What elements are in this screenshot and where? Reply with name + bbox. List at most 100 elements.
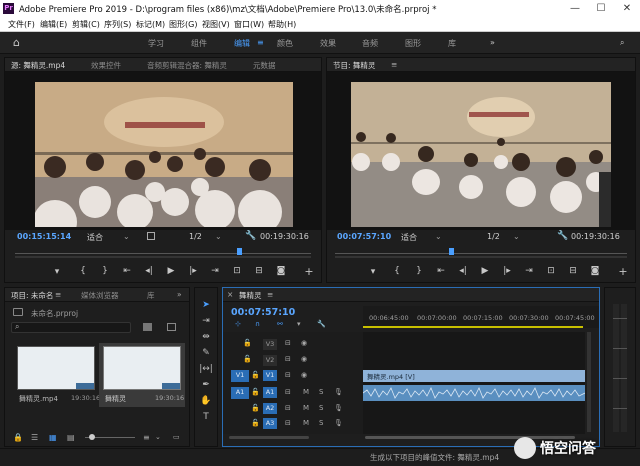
close-icon[interactable]: × <box>227 290 233 299</box>
workspace-color[interactable]: 颜色 <box>277 38 293 49</box>
track-label-a2[interactable]: A2 <box>263 403 277 414</box>
source-video-area[interactable] <box>5 72 321 230</box>
track-label-v3[interactable]: V3 <box>263 339 277 350</box>
video-clip[interactable]: 舞精灵.mp4 [V] <box>363 370 585 382</box>
tab-program[interactable]: 节目: 舞精灵 <box>333 60 375 71</box>
track-label-v1[interactable]: V1 <box>263 370 277 381</box>
menu-window[interactable]: 窗口(W) <box>234 19 264 30</box>
workspace-graphics[interactable]: 图形 <box>405 38 421 49</box>
lift-icon[interactable]: ⊡ <box>545 266 557 276</box>
solo-toggle[interactable]: S <box>319 404 323 412</box>
workspace-libraries[interactable]: 库 <box>448 38 456 49</box>
play-icon[interactable]: ▶ <box>479 266 491 276</box>
freeform-view-icon[interactable]: ▤ <box>67 433 75 442</box>
workspace-learn[interactable]: 学习 <box>148 38 164 49</box>
hand-tool-icon[interactable]: ✋ <box>199 394 213 408</box>
mute-toggle[interactable]: M <box>303 388 309 396</box>
tab-effect-controls[interactable]: 效果控件 <box>91 60 121 71</box>
camera-icon[interactable]: ◙ <box>589 266 601 276</box>
source-zoom-bar[interactable] <box>15 256 311 258</box>
menu-file[interactable]: 文件(F) <box>8 19 35 30</box>
workspace-editing[interactable]: 编辑 <box>234 38 250 49</box>
sync-lock-icon[interactable]: ⊟ <box>285 404 291 412</box>
chevron-down-icon[interactable]: ⌄ <box>513 232 520 241</box>
bin-icon[interactable]: ▭ <box>173 433 180 441</box>
menu-sequence[interactable]: 序列(S) <box>104 19 131 30</box>
razor-tool-icon[interactable]: ✎ <box>199 346 213 360</box>
work-area-bar[interactable] <box>363 326 583 328</box>
ripple-edit-tool-icon[interactable]: ⇹ <box>199 330 213 344</box>
eye-icon[interactable]: ◉ <box>301 371 307 379</box>
safe-margins-icon[interactable] <box>147 232 155 240</box>
microphone-icon[interactable]: 🎙 <box>334 404 343 412</box>
menu-edit[interactable]: 编辑(E) <box>40 19 67 30</box>
microphone-icon[interactable]: 🎙 <box>334 419 343 427</box>
sync-lock-icon[interactable]: ⊟ <box>285 388 291 396</box>
source-playhead[interactable] <box>237 248 242 255</box>
mark-out-icon[interactable]: } <box>99 266 111 276</box>
type-tool-icon[interactable]: T <box>199 410 213 424</box>
project-search-input[interactable] <box>11 322 131 333</box>
menu-graphics[interactable]: 图形(G) <box>169 19 197 30</box>
sort-icon[interactable]: ≡ <box>143 433 150 442</box>
minimize-icon[interactable]: — <box>562 0 588 17</box>
lock-icon[interactable]: 🔓 <box>251 404 260 412</box>
tab-audio-clip-mixer[interactable]: 音频剪辑混合器: 舞精灵 <box>147 60 227 71</box>
pen-tool-icon[interactable]: ✒ <box>199 378 213 392</box>
add-button-icon[interactable]: + <box>303 265 315 278</box>
sync-lock-icon[interactable]: ⊟ <box>285 339 291 347</box>
menu-marker[interactable]: 标记(M) <box>136 19 165 30</box>
more-panels-icon[interactable]: » <box>177 290 182 299</box>
vertical-scrollbar[interactable] <box>587 332 591 432</box>
microphone-icon[interactable]: 🎙 <box>334 388 343 396</box>
wrench-icon[interactable]: 🔧 <box>317 320 326 328</box>
add-button-icon[interactable]: + <box>617 265 629 278</box>
sync-lock-icon[interactable]: ⊟ <box>285 355 291 363</box>
track-label-a3[interactable]: A3 <box>263 418 277 429</box>
chevron-down-icon[interactable]: ⌄ <box>215 232 222 241</box>
program-playhead[interactable] <box>449 248 454 255</box>
play-icon[interactable]: ▶ <box>165 266 177 276</box>
search-icon[interactable]: ⌕ <box>620 38 624 48</box>
camera-icon[interactable]: ◙ <box>275 266 287 276</box>
solo-toggle[interactable]: S <box>319 419 323 427</box>
step-back-icon[interactable]: ◂| <box>143 266 155 276</box>
maximize-icon[interactable]: ☐ <box>588 0 614 17</box>
track-label-a1[interactable]: A1 <box>263 387 277 398</box>
program-zoom-bar[interactable] <box>335 256 627 258</box>
filter-icon[interactable] <box>167 323 176 331</box>
new-bin-icon[interactable] <box>143 323 152 331</box>
list-view-icon[interactable]: ☰ <box>31 433 38 442</box>
program-timecode[interactable]: 00:07:57:10 <box>337 232 391 241</box>
workspace-effects[interactable]: 效果 <box>320 38 336 49</box>
extract-icon[interactable]: ⊟ <box>567 266 579 276</box>
icon-view-icon[interactable]: ▦ <box>49 433 57 442</box>
linked-selection-icon[interactable]: ⚯ <box>277 320 283 328</box>
sync-lock-icon[interactable]: ⊟ <box>285 419 291 427</box>
source-fit-select[interactable]: 适合 <box>87 232 103 243</box>
source-patch-v1[interactable]: V1 <box>231 370 249 382</box>
track-label-v2[interactable]: V2 <box>263 355 277 366</box>
chevron-down-icon[interactable]: ⌄ <box>435 232 442 241</box>
lock-icon[interactable]: 🔓 <box>251 419 260 427</box>
step-back-icon[interactable]: ◂| <box>457 266 469 276</box>
tab-media-browser[interactable]: 媒体浏览器 <box>81 290 119 301</box>
lock-icon[interactable]: 🔓 <box>243 339 252 347</box>
eye-icon[interactable]: ◉ <box>301 355 307 363</box>
step-forward-icon[interactable]: |▸ <box>187 266 199 276</box>
solo-toggle[interactable]: S <box>319 388 323 396</box>
mute-toggle[interactable]: M <box>303 419 309 427</box>
program-video-area[interactable] <box>327 72 635 230</box>
close-icon[interactable]: ✕ <box>614 0 640 17</box>
insert-icon[interactable]: ⊡ <box>231 266 243 276</box>
eye-icon[interactable]: ◉ <box>301 339 307 347</box>
wrench-icon[interactable]: 🔧 <box>245 231 256 241</box>
zoom-slider-handle[interactable] <box>89 434 95 440</box>
marker-icon[interactable]: ▾ <box>51 267 63 277</box>
wrench-icon[interactable]: 🔧 <box>557 231 568 241</box>
lock-icon[interactable]: 🔓 <box>243 355 252 363</box>
source-timecode[interactable]: 00:15:15:14 <box>17 232 71 241</box>
workspace-audio[interactable]: 音频 <box>362 38 378 49</box>
tab-source[interactable]: 源: 舞精灵.mp4 <box>11 60 65 71</box>
clip-thumbnail[interactable] <box>17 346 95 390</box>
